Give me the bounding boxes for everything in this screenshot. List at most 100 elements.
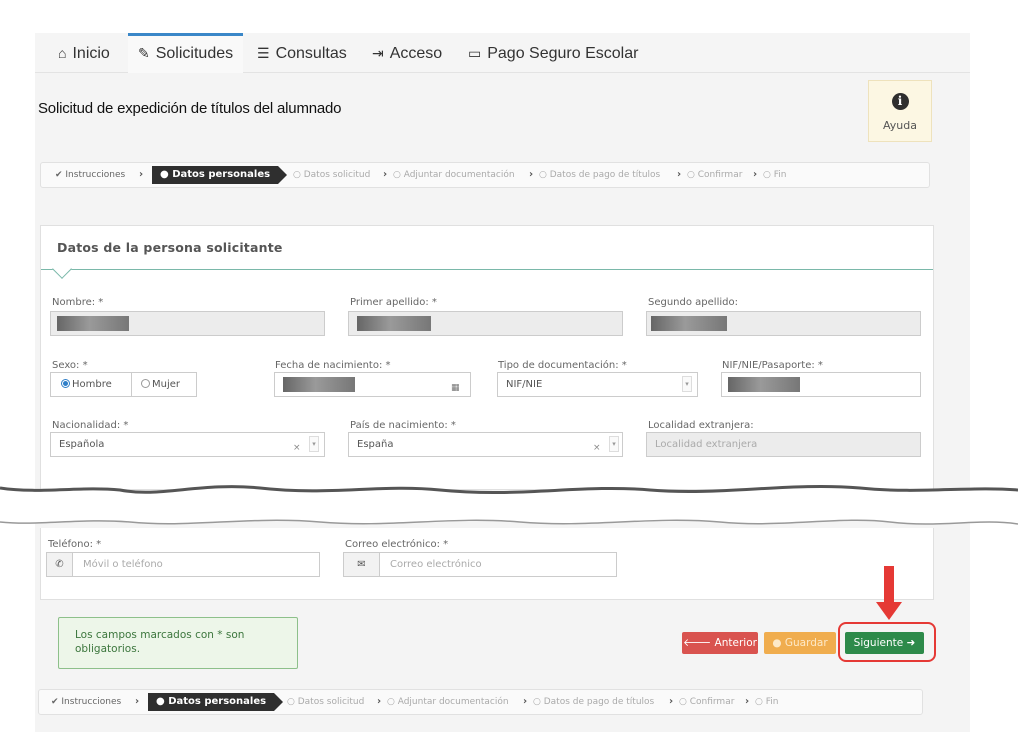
step-adjuntar: ○ Adjuntar documentación bbox=[387, 697, 509, 707]
step-adjuntar-label: Adjuntar documentación bbox=[403, 170, 515, 180]
nav-pago-seguro[interactable]: ▭ Pago Seguro Escolar bbox=[468, 33, 638, 73]
step-separator-icon: › bbox=[135, 696, 140, 707]
sexo-hombre-label: Hombre bbox=[72, 379, 112, 390]
nav-consultas-label: Consultas bbox=[275, 45, 347, 62]
save-button-label: Guardar bbox=[784, 637, 828, 649]
step-instrucciones[interactable]: ✔ Instrucciones bbox=[55, 163, 125, 187]
dropdown-arrow-icon[interactable]: ▾ bbox=[309, 436, 319, 452]
previous-button[interactable]: 🡐 Anterior bbox=[682, 632, 758, 654]
fecha-label: Fecha de nacimiento: * bbox=[275, 360, 391, 371]
sexo-hombre-radio[interactable]: Hombre bbox=[61, 373, 112, 396]
step-instrucciones-label: Instrucciones bbox=[61, 697, 122, 707]
fecha-field[interactable]: ▦ bbox=[274, 372, 471, 397]
nif-label: NIF/NIE/Pasaporte: * bbox=[722, 360, 823, 371]
nav-acceso-label: Acceso bbox=[389, 45, 443, 62]
primer-apellido-field bbox=[348, 311, 623, 336]
correo-label: Correo electrónico: * bbox=[345, 539, 449, 550]
step-datos-personales-label: Datos personales bbox=[168, 696, 267, 707]
clear-icon[interactable]: × bbox=[593, 437, 601, 460]
step-confirmar-label: Confirmar bbox=[689, 697, 735, 707]
redacted-value bbox=[283, 377, 355, 392]
step-datos-pago: ○ Datos de pago de títulos bbox=[539, 170, 661, 180]
step-separator-icon: › bbox=[753, 169, 758, 180]
clear-icon[interactable]: × bbox=[293, 437, 301, 460]
step-datos-personales: ● Datos personales bbox=[152, 166, 288, 184]
pencil-icon: ✎ bbox=[138, 45, 150, 61]
pais-select[interactable]: España × ▾ bbox=[348, 432, 623, 457]
save-icon: ● bbox=[772, 637, 785, 649]
telefono-field[interactable]: ✆ Móvil o teléfono bbox=[46, 552, 320, 577]
step-separator-icon: › bbox=[523, 696, 528, 707]
nav-pago-seguro-label: Pago Seguro Escolar bbox=[487, 45, 639, 62]
step-separator-icon: › bbox=[377, 696, 382, 707]
panel-title: Datos de la persona solicitante bbox=[57, 240, 283, 255]
required-fields-note: Los campos marcados con * son obligatori… bbox=[58, 617, 298, 669]
divider bbox=[131, 373, 132, 396]
telefono-placeholder: Móvil o teléfono bbox=[83, 559, 163, 570]
tipo-doc-label: Tipo de documentación: * bbox=[498, 360, 627, 371]
tipo-doc-select[interactable]: NIF/NIE ▾ bbox=[497, 372, 698, 397]
step-fin: ○ Fin bbox=[755, 697, 779, 707]
step-instrucciones[interactable]: ✔ Instrucciones bbox=[51, 690, 121, 714]
nav-inicio[interactable]: ⌂ Inicio bbox=[58, 33, 110, 73]
nacionalidad-value: Española bbox=[59, 439, 105, 450]
step-fin-label: Fin bbox=[773, 170, 787, 180]
telefono-label: Teléfono: * bbox=[48, 539, 102, 550]
correo-placeholder: Correo electrónico bbox=[390, 559, 482, 570]
redacted-value bbox=[728, 377, 800, 392]
step-datos-pago-label: Datos de pago de títulos bbox=[549, 170, 661, 180]
dropdown-arrow-icon[interactable]: ▾ bbox=[682, 376, 692, 392]
nacionalidad-label: Nacionalidad: * bbox=[52, 420, 129, 431]
step-adjuntar: ○ Adjuntar documentación bbox=[393, 170, 515, 180]
step-datos-solicitud-label: Datos solicitud bbox=[297, 697, 365, 707]
step-confirmar: ○ Confirmar bbox=[687, 170, 743, 180]
segundo-apellido-field bbox=[646, 311, 921, 336]
info-icon: i bbox=[891, 93, 909, 110]
sexo-mujer-label: Mujer bbox=[152, 379, 181, 390]
step-separator-icon: › bbox=[745, 696, 750, 707]
previous-button-label: Anterior bbox=[714, 637, 757, 649]
nav-acceso[interactable]: ⇥ Acceso bbox=[372, 33, 442, 73]
dropdown-arrow-icon[interactable]: ▾ bbox=[609, 436, 619, 452]
step-separator-icon: › bbox=[383, 169, 388, 180]
login-icon: ⇥ bbox=[372, 45, 384, 61]
localidad-placeholder: Localidad extranjera bbox=[655, 439, 758, 450]
help-label: Ayuda bbox=[883, 119, 917, 132]
step-datos-solicitud: ○ Datos solicitud bbox=[293, 170, 371, 180]
wizard-steps-bottom: ✔ Instrucciones › ● Datos personales ○ D… bbox=[38, 689, 923, 715]
home-icon: ⌂ bbox=[58, 45, 67, 61]
step-datos-pago-label: Datos de pago de títulos bbox=[543, 697, 655, 707]
panel-header: Datos de la persona solicitante bbox=[41, 226, 933, 270]
step-instrucciones-label: Instrucciones bbox=[65, 170, 126, 180]
redacted-value bbox=[57, 316, 129, 331]
next-button-highlight bbox=[838, 622, 936, 662]
primer-apellido-label: Primer apellido: * bbox=[350, 297, 437, 308]
nif-field[interactable] bbox=[721, 372, 921, 397]
save-button[interactable]: ● Guardar bbox=[764, 632, 836, 654]
step-confirmar: ○ Confirmar bbox=[679, 697, 735, 707]
nombre-field bbox=[50, 311, 325, 336]
help-button[interactable]: i Ayuda bbox=[868, 80, 932, 142]
localidad-field: Localidad extranjera bbox=[646, 432, 921, 457]
radio-empty-icon bbox=[141, 379, 150, 388]
step-separator-icon: › bbox=[677, 169, 682, 180]
nav-consultas[interactable]: ☰ Consultas bbox=[257, 33, 347, 73]
nav-solicitudes[interactable]: ✎ Solicitudes bbox=[128, 33, 244, 73]
sexo-radio-group: Hombre Mujer bbox=[50, 372, 197, 397]
nacionalidad-select[interactable]: Española × ▾ bbox=[50, 432, 325, 457]
radio-selected-icon bbox=[61, 379, 70, 388]
pais-value: España bbox=[357, 439, 394, 450]
correo-field[interactable]: ✉ Correo electrónico bbox=[343, 552, 617, 577]
calendar-icon[interactable]: ▦ bbox=[451, 377, 460, 400]
step-datos-solicitud: ○ Datos solicitud bbox=[287, 697, 365, 707]
pais-label: País de nacimiento: * bbox=[350, 420, 456, 431]
sexo-mujer-radio[interactable]: Mujer bbox=[141, 373, 180, 396]
step-confirmar-label: Confirmar bbox=[697, 170, 743, 180]
step-datos-personales-label: Datos personales bbox=[172, 169, 271, 180]
pointer-arrow-icon bbox=[876, 566, 902, 620]
step-datos-solicitud-label: Datos solicitud bbox=[303, 170, 371, 180]
step-fin: ○ Fin bbox=[763, 170, 787, 180]
redacted-value bbox=[357, 316, 431, 331]
step-adjuntar-label: Adjuntar documentación bbox=[397, 697, 509, 707]
nav-solicitudes-label: Solicitudes bbox=[155, 45, 234, 62]
